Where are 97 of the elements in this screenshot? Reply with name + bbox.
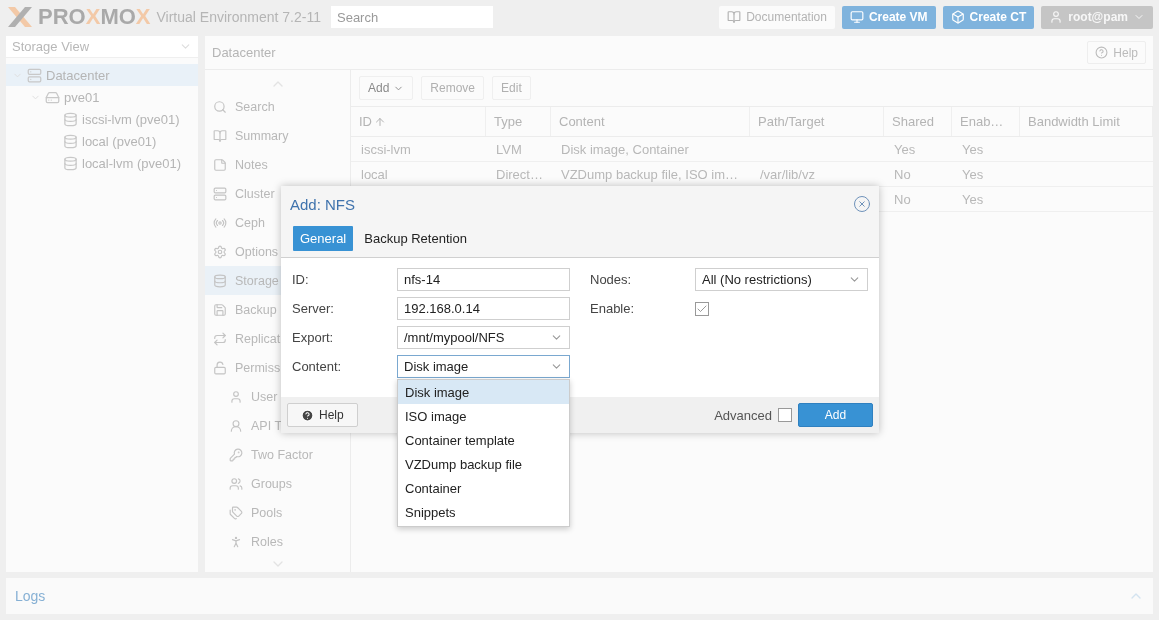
logo: PROXMOX bbox=[38, 4, 151, 30]
table-cell-text: Yes bbox=[961, 165, 985, 184]
close-icon[interactable] bbox=[853, 195, 871, 213]
unlock-icon bbox=[213, 360, 227, 375]
advanced-label: Advanced bbox=[714, 407, 772, 423]
logs-title: Logs bbox=[15, 588, 46, 604]
database-icon bbox=[213, 273, 227, 288]
repeat-icon bbox=[213, 331, 227, 346]
database-icon bbox=[63, 155, 78, 171]
note-icon bbox=[213, 157, 227, 172]
nav-item[interactable]: Roles bbox=[205, 527, 350, 556]
tree-item[interactable]: iscsi-lvm (pve01) bbox=[6, 108, 198, 130]
column-header[interactable]: Shared bbox=[884, 107, 952, 136]
field-label: Enable: bbox=[590, 301, 636, 316]
field-label: ID: bbox=[292, 272, 310, 287]
nav-item[interactable]: Two Factor bbox=[205, 440, 350, 469]
table-cell-text: No bbox=[893, 190, 912, 209]
cube-icon bbox=[950, 10, 965, 24]
panel-title: Datacenter bbox=[212, 45, 276, 60]
tab[interactable]: General bbox=[293, 226, 354, 251]
tags-icon bbox=[229, 505, 243, 520]
book-icon bbox=[213, 128, 227, 143]
database-icon bbox=[63, 111, 78, 127]
column-header[interactable]: Type bbox=[486, 107, 551, 136]
tab[interactable]: Backup Retention bbox=[357, 226, 474, 251]
book-icon bbox=[727, 10, 742, 24]
server-icon bbox=[27, 67, 42, 83]
toolbar-button[interactable]: Create VM bbox=[841, 5, 936, 29]
help-icon bbox=[301, 408, 314, 422]
table-cell-text: Disk image, Container bbox=[560, 140, 690, 159]
table-cell-text: Yes bbox=[893, 140, 917, 159]
search-icon bbox=[213, 99, 227, 114]
toolbar-button[interactable]: Create CT bbox=[942, 5, 1035, 29]
nav-item[interactable]: Search bbox=[205, 92, 350, 121]
column-header[interactable]: Enab… bbox=[952, 107, 1020, 136]
database-icon bbox=[63, 133, 78, 149]
user-icon bbox=[229, 389, 243, 404]
checkbox[interactable] bbox=[778, 408, 792, 422]
product-version: Virtual Environment 7.2-11 bbox=[156, 9, 321, 25]
table-cell-text: iscsi-lvm bbox=[360, 140, 412, 159]
nav-item[interactable]: Groups bbox=[205, 469, 350, 498]
dropdown-option[interactable]: VZDump backup file bbox=[398, 452, 569, 476]
checkbox[interactable] bbox=[695, 301, 709, 316]
dropdown-option[interactable]: ISO image bbox=[398, 404, 569, 428]
user-icon bbox=[1049, 10, 1064, 24]
field-label: Export: bbox=[292, 330, 335, 345]
toolbar-button[interactable]: Add bbox=[359, 76, 414, 100]
table-cell-text: VZDump backup file, ISO im… bbox=[560, 165, 739, 184]
nav-item[interactable]: Pools bbox=[205, 498, 350, 527]
tree-item[interactable]: local (pve01) bbox=[6, 130, 198, 152]
column-header[interactable]: Bandwidth Limit bbox=[1020, 107, 1153, 136]
gear-icon bbox=[213, 244, 227, 259]
help-button[interactable]: Help bbox=[1087, 41, 1146, 64]
table-cell-text: Yes bbox=[961, 190, 985, 209]
table-cell-text: /var/lib/vz bbox=[759, 165, 816, 184]
key-icon bbox=[229, 447, 243, 462]
help-icon bbox=[1095, 46, 1109, 59]
nav-item[interactable]: Notes bbox=[205, 150, 350, 179]
help-button[interactable]: Help bbox=[287, 403, 358, 427]
tree-item[interactable]: pve01 bbox=[6, 86, 198, 108]
combo-field[interactable]: Disk image bbox=[397, 355, 570, 378]
person-icon bbox=[229, 534, 243, 549]
users-icon bbox=[229, 476, 243, 491]
server-icon bbox=[213, 186, 227, 201]
table-cell-text: local bbox=[360, 165, 389, 184]
input-field[interactable]: nfs-14 bbox=[397, 268, 570, 291]
user-outline-icon bbox=[229, 418, 243, 433]
radio-icon bbox=[213, 215, 227, 230]
column-header[interactable]: Content bbox=[551, 107, 750, 136]
logo-icon bbox=[6, 5, 34, 29]
column-header[interactable]: Path/Target bbox=[750, 107, 884, 136]
tree-item[interactable]: local-lvm (pve01) bbox=[6, 152, 198, 174]
combo-field[interactable]: /mnt/mypool/NFS bbox=[397, 326, 570, 349]
input-field[interactable]: 192.168.0.14 bbox=[397, 297, 570, 320]
table-cell-text: Yes bbox=[961, 140, 985, 159]
dropdown-option[interactable]: Disk image bbox=[398, 380, 569, 404]
monitor-icon bbox=[849, 10, 864, 24]
view-select[interactable]: Storage View bbox=[6, 36, 198, 58]
table-cell-text: LVM bbox=[495, 140, 523, 159]
column-header[interactable]: ID bbox=[351, 107, 486, 136]
sort-icon bbox=[374, 115, 386, 128]
dropdown-option[interactable]: Snippets bbox=[398, 500, 569, 524]
tree-item[interactable]: Datacenter bbox=[6, 64, 198, 86]
combo-field[interactable]: All (No restrictions) bbox=[695, 268, 868, 291]
field-label: Server: bbox=[292, 301, 335, 316]
dialog-title: Add: NFS bbox=[290, 195, 356, 213]
field-label: Content: bbox=[292, 359, 343, 374]
toolbar-button[interactable]: Documentation bbox=[719, 5, 835, 29]
dropdown-option[interactable]: Container bbox=[398, 476, 569, 500]
table-cell-text: Direct… bbox=[495, 165, 544, 184]
search-field[interactable]: Search bbox=[331, 6, 493, 28]
dropdown-option[interactable]: Container template bbox=[398, 428, 569, 452]
table-cell-text: No bbox=[893, 165, 912, 184]
add-button[interactable]: Add bbox=[798, 403, 873, 427]
field-label: Nodes: bbox=[590, 272, 633, 287]
save-icon bbox=[213, 302, 227, 317]
nav-item[interactable]: Summary bbox=[205, 121, 350, 150]
